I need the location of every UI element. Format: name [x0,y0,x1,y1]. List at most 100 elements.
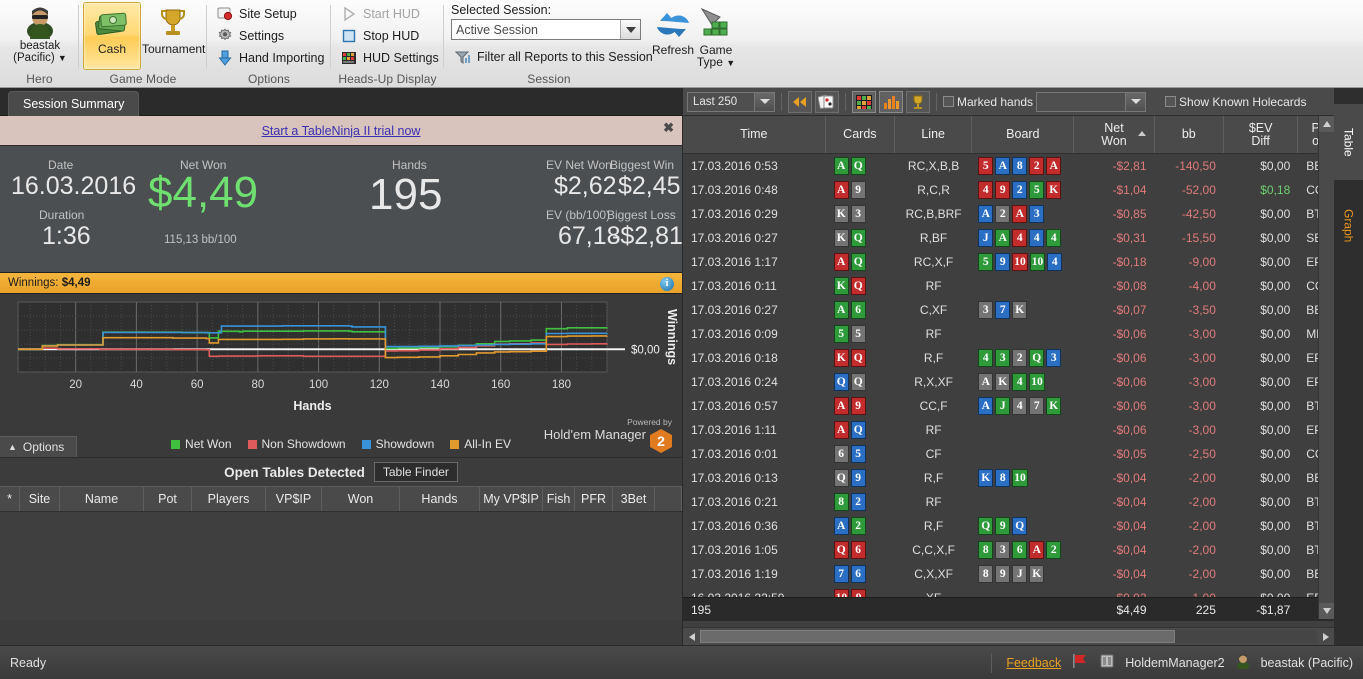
open-tables-column-header[interactable]: Hands [400,487,480,511]
legend-item[interactable]: Showdown [361,437,434,451]
horizontal-scroll-thumb[interactable] [700,630,1176,643]
table-row[interactable]: 17.03.2016 0:13 Q 9 R,F K 8 10 -$0,04 -2,00 $0,00… [683,466,1334,490]
rewind-icon[interactable] [788,90,812,113]
side-tab-table[interactable]: Table [1334,104,1363,180]
sort-ascending-icon [1137,131,1146,136]
board-cards: 5 9 10 10 4 [972,253,1063,271]
open-tables-column-header[interactable]: PFR [575,487,613,511]
table-row[interactable]: 17.03.2016 0:27 K Q R,BF J A 4 4 4 -$0,31 -15,50 $0… [683,226,1334,250]
scroll-right-icon[interactable] [1317,629,1334,645]
playing-card: A [833,253,849,271]
table-row[interactable]: 17.03.2016 0:2182RF-$0,04-2,00$0,00BTN [683,490,1334,514]
legend-item[interactable]: Non Showdown [247,437,346,451]
playing-card: 5 [850,445,866,463]
settings-button[interactable]: Settings [213,25,288,46]
cards-icon[interactable] [815,90,839,113]
tournament-mode-button[interactable]: Tournament [141,2,205,70]
playing-card: 8 [995,469,1011,487]
table-row[interactable]: 17.03.2016 1:19 7 6 C,X,XF 8 9 J K -$0,04 -2,00 $0… [683,562,1334,586]
playing-card: 4 [1012,373,1028,391]
scroll-left-icon[interactable] [683,629,700,645]
hands-grid-header: Time Cards Line Board Net Won bb $EV Diff Po [683,116,1334,154]
table-row[interactable]: 17.03.2016 0:27 A 6 C,XF 3 7 K -$0,07 -3,50 $0,00… [683,298,1334,322]
trophy-icon[interactable] [906,90,930,113]
chevron-down-icon[interactable] [620,20,640,39]
hand-importing-button[interactable]: Hand Importing [213,47,328,68]
open-tables-column-header[interactable]: 3Bet [613,487,655,511]
table-row[interactable]: 17.03.2016 0:48 A 9 R,C,R 4 9 2 5 K -$1,04 -52,00 $… [683,178,1334,202]
legend-item[interactable]: All-In EV [450,437,511,451]
promo-close-icon[interactable]: ✖ [663,120,674,136]
cards-cards: 65 [826,445,866,463]
table-row[interactable]: 17.03.2016 0:11 K Q RF -$0,08 -4,00 $0,00 CO [683,274,1334,298]
table-row[interactable]: 17.03.2016 0:53 A Q RC,X,B,B 5 A 8 2 A -$2,81 -140… [683,154,1334,178]
chevron-down-icon[interactable] [1125,92,1146,111]
group-label-hud: Heads-Up Display [338,72,437,86]
grid-column-header-time[interactable]: Time [683,116,826,153]
table-row[interactable]: 17.03.2016 0:36A2R,FQ9Q-$0,04-2,00$0,00B… [683,514,1334,538]
horizontal-scroll-track[interactable] [700,630,1317,643]
chart-options-button[interactable]: ▲ Options [0,436,78,457]
grid-column-header-net[interactable]: Net Won [1074,116,1155,153]
table-finder-button[interactable]: Table Finder [373,462,458,482]
chevron-down-icon[interactable] [754,92,774,111]
scroll-up-icon[interactable] [1319,116,1335,132]
open-tables-column-header[interactable]: Pot [144,487,192,511]
marked-hands-select[interactable] [1036,91,1147,112]
open-tables-column-header[interactable]: VP$IP [266,487,322,511]
open-tables-column-header[interactable]: Players [192,487,266,511]
hand-range-select[interactable]: Last 250 [687,91,775,112]
open-tables-column-header[interactable]: My VP$IP [480,487,543,511]
table-row[interactable]: 17.03.2016 0:57 A 9 CC,F A J 4 7 K -$0,06 -3,00 $0,… [683,394,1334,418]
table-row[interactable]: 17.03.2016 1:11 A Q RF -$0,06 -3,00 $0,00 EP [683,418,1334,442]
open-tables-column-header[interactable] [655,487,682,511]
table-row[interactable]: 17.03.2016 0:01 6 5 CF -$0,05 -2,50 $0,00 CO [683,442,1334,466]
filter-reports-button[interactable]: Filter all Reports to this Session [451,46,657,67]
legend-item[interactable]: Net Won [171,437,232,451]
grid-column-header-sev[interactable]: $EV Diff [1224,116,1299,153]
bb100-value: 115,13 bb/100 [164,234,237,246]
scroll-down-icon[interactable] [1319,603,1335,619]
table-row[interactable]: 17.03.2016 0:09 5 5 RF -$0,06 -3,00 $0,00 MP [683,322,1334,346]
site-setup-button[interactable]: Site Setup [213,3,301,24]
table-row[interactable]: 17.03.2016 1:05 Q 6 C,C,X,F 8 3 6 A 2 -$0,04 -2,00… [683,538,1334,562]
open-tables-column-header[interactable]: * [0,487,20,511]
cash-mode-button[interactable]: Cash [83,2,141,70]
cell-board: 4925K [972,178,1074,202]
side-tab-graph[interactable]: Graph [1334,188,1363,264]
open-tables-column-header[interactable]: Name [60,487,144,511]
ev-netwon-value: $2,62 [554,172,617,200]
bar-chart-icon[interactable] [879,90,903,113]
tab-session-summary[interactable]: Session Summary [8,91,140,116]
open-tables-column-header[interactable]: Won [322,487,400,511]
playing-card: 2 [1046,541,1062,559]
grid-column-header-cards[interactable]: Cards [826,116,896,153]
session-select[interactable]: Active Session [451,19,641,40]
feedback-link[interactable]: Feedback [1006,656,1061,670]
grid-column-header-bb[interactable]: bb [1155,116,1224,153]
table-row[interactable]: 17.03.2016 1:17 A Q RC,X,F 5 9 10 10 4 -$0,18 -9,0… [683,250,1334,274]
stop-hud-button[interactable]: Stop HUD [337,25,423,46]
grid-column-header-line[interactable]: Line [895,116,973,153]
start-hud-button[interactable]: Start HUD [337,3,424,24]
hero-button[interactable]: beastak (Pacific) ▼ [4,2,76,70]
hero-name-line2: (Pacific) ▼ [13,52,67,64]
info-icon[interactable]: i [660,277,674,291]
table-row[interactable]: 17.03.2016 0:29 K 3 RC,B,BRF A 2 A 3 -$0,85 -42,5… [683,202,1334,226]
flag-icon[interactable] [1071,653,1089,672]
promo-link[interactable]: Start a TableNinja II trial now [262,124,421,138]
marked-hands-checkbox[interactable] [943,96,954,107]
show-known-holecards-checkbox[interactable] [1165,96,1177,107]
grid-column-header-board[interactable]: Board [972,116,1075,153]
hud-settings-button[interactable]: HUD Settings [337,47,443,68]
grid-icon[interactable] [852,90,876,113]
vertical-scrollbar[interactable] [1318,116,1335,619]
cell-cards: 65 [826,442,895,466]
game-type-button[interactable]: Game Type ▼ [690,2,742,70]
open-tables-column-header[interactable]: Fish [543,487,575,511]
table-row[interactable]: 17.03.2016 0:18 K Q R,F 4 3 2 Q 3 -$0,06 -3,00 $0,0… [683,346,1334,370]
horizontal-scrollbar[interactable] [683,627,1334,645]
open-tables-column-header[interactable]: Site [20,487,60,511]
cell-net: -$2,81 [1112,159,1147,173]
table-row[interactable]: 17.03.2016 0:24 Q Q R,X,XF A K 4 10 -$0,06 -3,00 $… [683,370,1334,394]
